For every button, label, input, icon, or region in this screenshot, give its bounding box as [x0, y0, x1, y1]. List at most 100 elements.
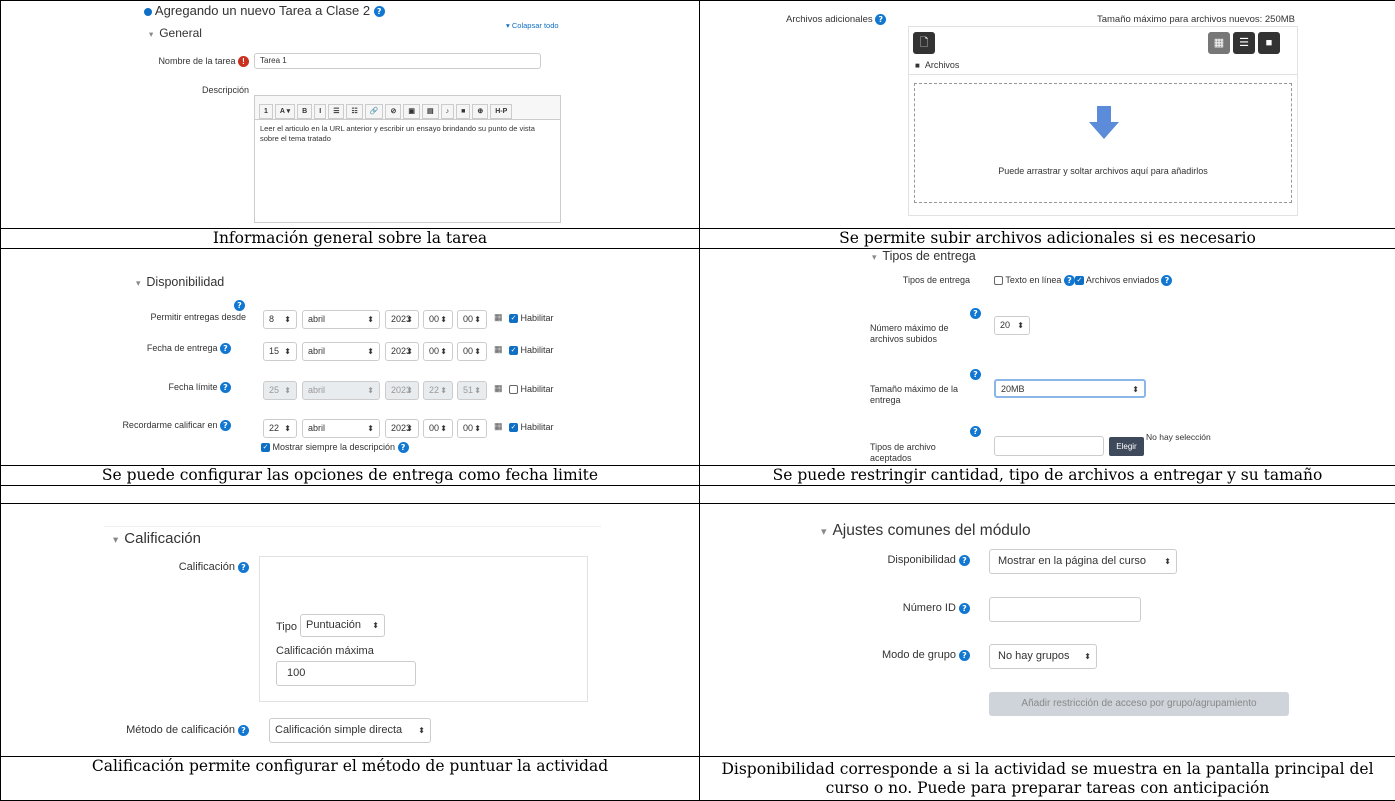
section-calificacion[interactable]: ▾Calificación: [113, 530, 201, 547]
drop-zone[interactable]: Puede arrastrar y soltar archivos aquí p…: [914, 83, 1292, 203]
enable-checkbox[interactable]: ✓ Habilitar: [509, 345, 554, 355]
type-label: Tipo: [276, 621, 297, 633]
enable-checkbox[interactable]: Habilitar: [509, 384, 554, 394]
folder-path[interactable]: ■ Archivos: [909, 58, 1297, 75]
toolbar-button[interactable]: ☷: [346, 104, 362, 119]
help-icon[interactable]: ?: [220, 382, 231, 393]
max-size-label: Tamaño máximo de la entrega: [870, 384, 965, 406]
max-size-select[interactable]: 20MB⬍: [994, 379, 1146, 398]
type-select[interactable]: Puntuación⬍: [300, 614, 385, 637]
add-file-icon[interactable]: 🗋: [913, 32, 935, 54]
toolbar-button[interactable]: A ▾: [275, 104, 295, 119]
section-tipos-entrega[interactable]: ▾Tipos de entrega: [872, 249, 976, 263]
folder-view-icon[interactable]: ■: [1258, 32, 1280, 54]
editor-toolbar: 1A ▾BI☰☷🔗⊘▣▤♪■⊕H-P: [255, 96, 560, 120]
max-files-select[interactable]: 20⬍: [994, 316, 1030, 335]
toolbar-button[interactable]: ■: [456, 104, 470, 119]
help-icon[interactable]: ?: [1161, 275, 1172, 286]
date-row-label: Permitir entregas desde: [101, 312, 246, 322]
collapse-all-link[interactable]: ▾ Colapsar todo: [506, 21, 559, 30]
help-icon[interactable]: ?: [970, 369, 981, 380]
month-select[interactable]: abril⬍: [302, 419, 380, 438]
toolbar-button[interactable]: I: [314, 104, 326, 119]
hour-select[interactable]: 00⬍: [423, 342, 453, 361]
toolbar-button[interactable]: ⊘: [385, 104, 401, 119]
toolbar-button[interactable]: 🔗: [365, 104, 384, 119]
year-select[interactable]: 2023⬍: [385, 381, 419, 400]
date-row-label: Recordarme calificar en ?: [101, 420, 231, 431]
help-icon[interactable]: ?: [970, 426, 981, 437]
caption-entrega: Se puede restringir cantidad, tipo de ar…: [700, 466, 1395, 486]
no-selection-text: No hay selección: [1146, 432, 1211, 442]
availability-select[interactable]: Mostrar en la página del curso⬍: [989, 549, 1177, 574]
empty-cell: [1, 486, 700, 504]
choose-button[interactable]: Elegir: [1109, 437, 1144, 456]
caption-archivos: Se permite subir archivos adicionales si…: [700, 229, 1395, 249]
section-disponibilidad[interactable]: ▾Disponibilidad: [136, 275, 224, 289]
always-show-checkbox[interactable]: ✓ Mostrar siempre la descripción ?: [261, 442, 409, 453]
day-select[interactable]: 22⬍: [263, 419, 297, 438]
description-editor[interactable]: 1A ▾BI☰☷🔗⊘▣▤♪■⊕H-P Leer el articulo en l…: [254, 95, 561, 223]
day-select[interactable]: 8⬍: [263, 310, 297, 329]
toolbar-button[interactable]: ⊕: [472, 104, 488, 119]
description-text[interactable]: Leer el articulo en la URL anterior y es…: [255, 120, 560, 148]
list-view-icon[interactable]: ☰: [1233, 32, 1255, 54]
month-select[interactable]: abril⬍: [302, 342, 380, 361]
year-select[interactable]: 2023⬍: [385, 419, 419, 438]
month-select[interactable]: abril⬍: [302, 381, 380, 400]
calendar-icon[interactable]: ▦: [494, 312, 503, 323]
year-select[interactable]: 2023⬍: [385, 310, 419, 329]
calendar-icon[interactable]: ▦: [494, 421, 503, 432]
disponibilidad-panel: ▾Disponibilidad ? ✓ Mostrar siempre la d…: [1, 249, 700, 466]
day-select[interactable]: 15⬍: [263, 342, 297, 361]
enable-checkbox[interactable]: ✓ Habilitar: [509, 422, 554, 432]
min-select[interactable]: 51⬍: [457, 381, 487, 400]
enable-checkbox[interactable]: ✓ Habilitar: [509, 313, 554, 323]
toolbar-button[interactable]: ▣: [403, 104, 420, 119]
calendar-icon[interactable]: ▦: [494, 344, 503, 355]
help-icon[interactable]: ?: [374, 6, 385, 17]
caption-calificacion: Calificación permite configurar el métod…: [1, 757, 700, 801]
max-grade-input[interactable]: 100: [276, 661, 416, 686]
method-select[interactable]: Calificación simple directa⬍: [269, 718, 431, 743]
accepted-types-input[interactable]: [994, 436, 1104, 456]
min-select[interactable]: 00⬍: [457, 419, 487, 438]
help-icon[interactable]: ?: [238, 562, 249, 573]
toolbar-button[interactable]: ♪: [441, 104, 455, 119]
toolbar-button[interactable]: ▤: [422, 104, 439, 119]
group-mode-select[interactable]: No hay grupos⬍: [989, 644, 1097, 669]
month-select[interactable]: abril⬍: [302, 310, 380, 329]
files-sent-checkbox[interactable]: ✓: [1075, 276, 1084, 285]
id-number-input[interactable]: [989, 597, 1141, 622]
help-icon[interactable]: ?: [238, 725, 249, 736]
toolbar-button[interactable]: 1: [259, 104, 273, 119]
hour-select[interactable]: 00⬍: [423, 310, 453, 329]
help-icon[interactable]: ?: [234, 300, 245, 311]
help-icon[interactable]: ?: [1064, 275, 1075, 286]
toolbar-button[interactable]: B: [297, 104, 312, 119]
task-name-input[interactable]: Tarea 1: [254, 53, 541, 69]
min-select[interactable]: 00⬍: [457, 310, 487, 329]
help-icon[interactable]: ?: [970, 308, 981, 319]
toolbar-button[interactable]: H-P: [490, 104, 512, 119]
day-select[interactable]: 25⬍: [263, 381, 297, 400]
online-text-checkbox[interactable]: [994, 276, 1003, 285]
calendar-icon[interactable]: ▦: [494, 383, 503, 394]
hour-select[interactable]: 22⬍: [423, 381, 453, 400]
max-files-label: Número máximo de archivos subidos: [870, 323, 965, 345]
help-icon[interactable]: ?: [959, 555, 970, 566]
section-ajustes-modulo[interactable]: ▾Ajustes comunes del módulo: [821, 522, 1031, 540]
restrict-access-button[interactable]: Añadir restricción de acceso por grupo/a…: [989, 692, 1289, 716]
grid-view-icon[interactable]: ▦: [1208, 32, 1230, 54]
help-icon[interactable]: ?: [959, 650, 970, 661]
min-select[interactable]: 00⬍: [457, 342, 487, 361]
year-select[interactable]: 2023⬍: [385, 342, 419, 361]
help-icon[interactable]: ?: [220, 343, 231, 354]
toolbar-button[interactable]: ☰: [328, 104, 344, 119]
hour-select[interactable]: 00⬍: [423, 419, 453, 438]
help-icon[interactable]: ?: [959, 603, 970, 614]
help-icon[interactable]: ?: [220, 420, 231, 431]
help-icon[interactable]: ?: [398, 442, 409, 453]
section-general[interactable]: ▾General: [149, 26, 202, 40]
help-icon[interactable]: ?: [875, 14, 886, 25]
